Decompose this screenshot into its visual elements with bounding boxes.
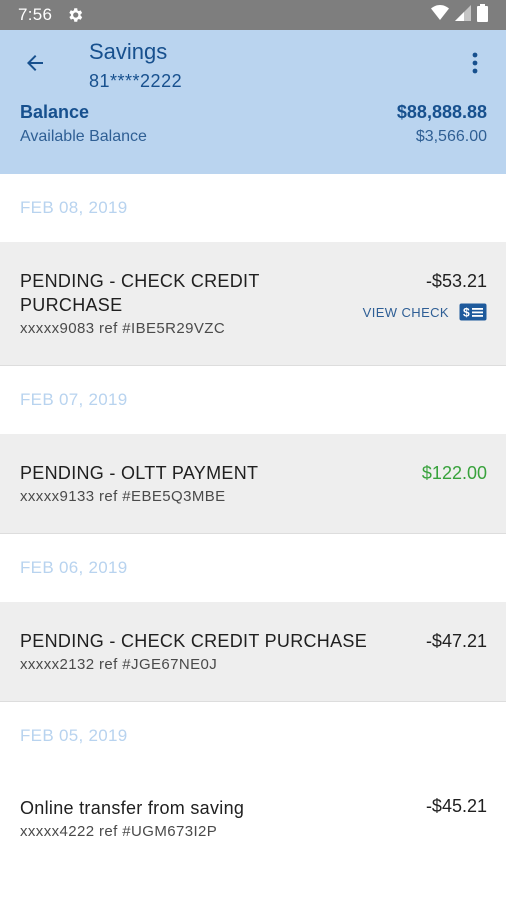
arrow-left-icon xyxy=(23,51,47,80)
available-balance-value: $3,566.00 xyxy=(415,128,487,145)
gear-icon xyxy=(66,6,84,24)
transaction-amount: -$53.21 xyxy=(425,271,487,291)
date-label: FEB 08, 2019 xyxy=(20,198,128,217)
transaction-amount: -$47.21 xyxy=(425,631,487,651)
status-bar: 7:56 xyxy=(0,0,506,30)
date-label: FEB 05, 2019 xyxy=(20,726,128,745)
transaction-reference: xxxxx4222 ref #UGM673I2P xyxy=(20,823,218,840)
signal-icon xyxy=(455,4,471,26)
balance-value: $88,888.88 xyxy=(396,102,487,122)
view-check-button[interactable]: VIEW CHECK $ xyxy=(363,303,487,321)
wifi-icon xyxy=(431,4,449,26)
view-check-label: VIEW CHECK xyxy=(362,304,449,320)
account-number: 81****2222 xyxy=(89,71,183,91)
date-header: FEB 06, 2019 xyxy=(0,534,506,602)
transaction-reference: xxxxx2132 ref #JGE67NE0J xyxy=(20,656,218,673)
transaction-list[interactable]: FEB 08, 2019 PENDING - CHECK CREDIT PURC… xyxy=(0,174,506,890)
date-label: FEB 06, 2019 xyxy=(20,558,128,577)
transaction-amount: -$45.21 xyxy=(425,796,487,816)
account-header: Savings 81****2222 Balance $88,888.88 Av… xyxy=(0,30,506,174)
transaction-row[interactable]: PENDING - OLTT PAYMENT xxxxx9133 ref #EB… xyxy=(0,434,506,534)
more-vert-icon xyxy=(472,52,478,79)
transaction-description-line: PURCHASE xyxy=(20,295,123,315)
date-header: FEB 08, 2019 xyxy=(0,174,506,242)
back-button[interactable] xyxy=(20,50,50,80)
transaction-row[interactable]: PENDING - CHECK CREDIT PURCHASE xxxxx908… xyxy=(0,242,506,366)
transaction-description-line: PENDING - CHECK CREDIT xyxy=(20,271,260,291)
transaction-description: PENDING - OLTT PAYMENT xyxy=(20,463,259,483)
date-header: FEB 05, 2019 xyxy=(0,702,506,770)
balance-label: Balance xyxy=(20,102,90,122)
available-balance-label: Available Balance xyxy=(20,128,147,145)
check-icon: $ xyxy=(459,303,487,321)
transaction-row[interactable]: Online transfer from saving xxxxx4222 re… xyxy=(0,770,506,890)
transaction-row[interactable]: PENDING - CHECK CREDIT PURCHASE xxxxx213… xyxy=(0,602,506,702)
page-title: Savings xyxy=(89,39,168,64)
transaction-description: PENDING - CHECK CREDIT PURCHASE xyxy=(20,631,368,651)
transaction-reference: xxxxx9083 ref #IBE5R29VZC xyxy=(20,320,226,337)
transaction-description: Online transfer from saving xyxy=(20,798,245,818)
status-icons xyxy=(431,3,488,27)
transaction-description: PENDING - CHECK CREDIT PURCHASE xyxy=(20,269,260,317)
transaction-amount: $122.00 xyxy=(421,463,487,483)
more-options-button[interactable] xyxy=(460,50,490,80)
status-time: 7:56 xyxy=(18,5,53,24)
date-header: FEB 07, 2019 xyxy=(0,366,506,434)
date-label: FEB 07, 2019 xyxy=(20,390,128,409)
transaction-reference: xxxxx9133 ref #EBE5Q3MBE xyxy=(20,488,226,505)
battery-icon xyxy=(477,3,488,27)
svg-text:$: $ xyxy=(463,306,470,320)
